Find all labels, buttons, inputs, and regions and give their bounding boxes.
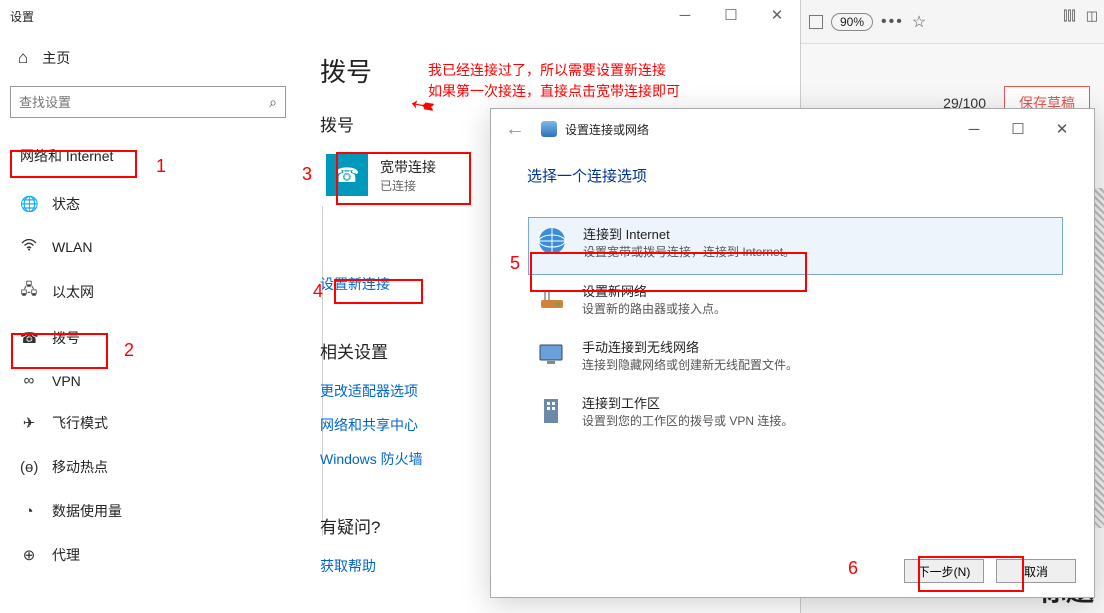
nav-label: 数据使用量: [52, 501, 122, 521]
dialog-title: 设置连接或网络: [565, 121, 649, 138]
proxy-icon: ⊕: [20, 546, 38, 564]
nav-label: 代理: [52, 545, 80, 565]
category-header: 网络和 Internet: [10, 140, 300, 172]
sidebar-icon[interactable]: ◫: [1086, 8, 1098, 24]
option-desc: 设置到您的工作区的拨号或 VPN 连接。: [582, 412, 793, 429]
ethernet-icon: 🖧: [20, 279, 38, 304]
airplane-icon: ✈: [20, 414, 38, 432]
nav-label: WLAN: [52, 239, 92, 255]
dialog-heading: 选择一个连接选项: [527, 165, 1064, 186]
dialog-titlebar: ← 设置连接或网络 ─ ☐ ✕: [491, 109, 1094, 149]
menu-icon[interactable]: •••: [881, 13, 904, 31]
minimize-button[interactable]: ─: [662, 0, 708, 30]
hotspot-icon: (ɵ): [20, 459, 38, 476]
connection-tile[interactable]: ☎ 宽带连接 已连接: [320, 150, 442, 200]
home-label: 主页: [42, 48, 70, 68]
option-new-network[interactable]: 设置新网络设置新的路由器或接入点。: [528, 275, 1063, 331]
side-icons: ⫿⫿⫿ ◫: [1063, 8, 1098, 24]
option-title: 设置新网络: [582, 281, 726, 300]
globe-icon: 🌐: [20, 195, 38, 213]
option-manual-wireless[interactable]: 手动连接到无线网络连接到隐藏网络或创建新无线配置文件。: [528, 331, 1063, 387]
building-icon: [534, 393, 568, 427]
option-title: 连接到 Internet: [583, 224, 795, 243]
nav-airplane[interactable]: ✈ 飞行模式: [10, 401, 300, 445]
option-workplace[interactable]: 连接到工作区设置到您的工作区的拨号或 VPN 连接。: [528, 387, 1063, 443]
library-icon[interactable]: ⫿⫿⫿: [1063, 8, 1075, 24]
wifi-icon: [20, 238, 38, 255]
close-button[interactable]: ✕: [754, 0, 800, 30]
window-title: 设置: [10, 8, 34, 25]
page-icon: [809, 15, 823, 29]
nav-label: 拨号: [52, 328, 80, 348]
search-box[interactable]: ⌕: [10, 86, 286, 118]
home-icon: ⌂: [18, 48, 28, 68]
connection-icon: ☎: [326, 154, 368, 196]
vpn-icon: ∞: [20, 372, 38, 389]
adapter-options-link[interactable]: 更改适配器选项: [320, 377, 418, 405]
nav-proxy[interactable]: ⊕ 代理: [10, 533, 300, 577]
connection-status: 已连接: [380, 177, 436, 194]
get-help-link[interactable]: 获取帮助: [320, 552, 376, 580]
toolbar: 90% ••• ☆: [801, 0, 1104, 44]
monitor-icon: [534, 337, 568, 371]
nav-data[interactable]: ◔ 数据使用量: [10, 489, 300, 533]
option-connect-internet[interactable]: 连接到 Internet设置宽带或拨号连接，连接到 Internet。: [528, 217, 1063, 275]
dialup-icon: ☎: [20, 329, 38, 347]
nav-label: VPN: [52, 373, 81, 389]
dialog-maximize[interactable]: ☐: [996, 114, 1040, 144]
maximize-button[interactable]: ☐: [708, 0, 754, 30]
nav-dialup[interactable]: ☎ 拨号: [10, 316, 300, 360]
bookmark-icon[interactable]: ☆: [912, 12, 926, 32]
titlebar: 设置 ─ ☐ ✕: [0, 0, 800, 32]
nav-status[interactable]: 🌐 状态: [10, 182, 300, 226]
zoom-indicator[interactable]: 90%: [831, 13, 873, 31]
cancel-button[interactable]: 取消: [996, 559, 1076, 583]
search-icon: ⌕: [269, 94, 277, 111]
nav-label: 移动热点: [52, 457, 108, 477]
nav-label: 飞行模式: [52, 413, 108, 433]
option-desc: 设置宽带或拨号连接，连接到 Internet。: [583, 243, 795, 260]
window-controls: ─ ☐ ✕: [662, 0, 800, 30]
router-icon: [534, 281, 568, 315]
nav-label: 状态: [52, 194, 80, 214]
nav-vpn[interactable]: ∞ VPN: [10, 360, 300, 401]
home-nav[interactable]: ⌂ 主页: [10, 38, 300, 86]
next-button[interactable]: 下一步(N): [904, 559, 984, 583]
dialog-minimize[interactable]: ─: [952, 114, 996, 144]
nav-label: 以太网: [52, 282, 94, 302]
back-button[interactable]: ←: [501, 118, 529, 141]
data-icon: ◔: [20, 503, 38, 520]
nav-wlan[interactable]: WLAN: [10, 226, 300, 267]
option-title: 连接到工作区: [582, 393, 793, 412]
new-connection-link[interactable]: 设置新连接: [320, 270, 390, 298]
network-wizard-dialog: ← 设置连接或网络 ─ ☐ ✕ 选择一个连接选项 连接到 Internet设置宽…: [490, 108, 1095, 598]
sidebar: ⌂ 主页 ⌕ 网络和 Internet 🌐 状态 WLAN 🖧 以太网 ☎ 拨号 ∞ V…: [0, 32, 310, 613]
option-desc: 连接到隐藏网络或创建新无线配置文件。: [582, 356, 798, 373]
dialog-close[interactable]: ✕: [1040, 114, 1084, 144]
option-desc: 设置新的路由器或接入点。: [582, 300, 726, 317]
page-title: 拨号: [320, 52, 800, 89]
firewall-link[interactable]: Windows 防火墙: [320, 445, 423, 473]
nav-ethernet[interactable]: 🖧 以太网: [10, 267, 300, 316]
search-input[interactable]: [19, 95, 269, 110]
nav-hotspot[interactable]: (ɵ) 移动热点: [10, 445, 300, 489]
network-sharing-link[interactable]: 网络和共享中心: [320, 411, 418, 439]
wizard-icon: [541, 121, 557, 137]
connection-name: 宽带连接: [380, 157, 436, 177]
option-title: 手动连接到无线网络: [582, 337, 798, 356]
internet-icon: [535, 224, 569, 258]
